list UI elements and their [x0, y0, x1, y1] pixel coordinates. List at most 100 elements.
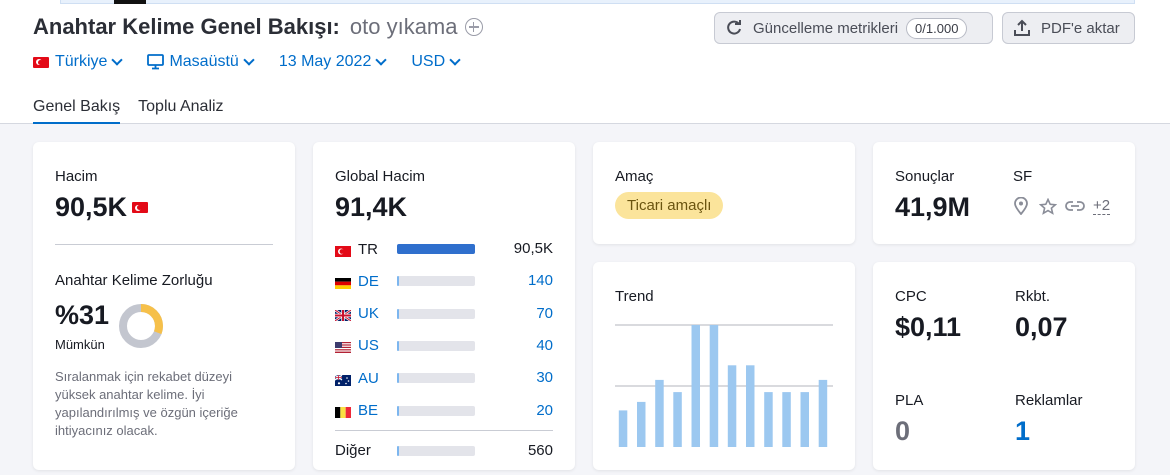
refresh-label: Güncelleme metrikleri	[753, 19, 899, 37]
ads-value[interactable]: 1	[1015, 416, 1030, 447]
flag-au-icon	[334, 373, 351, 386]
divider	[335, 430, 553, 431]
ads-label: Reklamlar	[1015, 392, 1083, 409]
currency-filter-label: USD	[411, 53, 446, 70]
trend-bar[interactable]	[727, 365, 737, 447]
link-icon[interactable]	[1065, 199, 1085, 213]
volume-bar	[397, 276, 475, 287]
pdf-export-button[interactable]: PDF'e aktar	[1002, 12, 1135, 44]
flag-be-icon	[335, 405, 351, 418]
pdf-label: PDF'e aktar	[1041, 19, 1120, 37]
location-pin-icon[interactable]	[1013, 197, 1029, 215]
results-value: 41,9M	[895, 192, 971, 222]
trend-bar[interactable]	[709, 325, 719, 447]
export-icon	[1014, 19, 1030, 36]
country-filter-label: Türkiye	[55, 53, 108, 70]
competition-value: 0,07	[1015, 312, 1068, 342]
device-filter[interactable]: Masaüstü	[147, 53, 255, 71]
top-strip	[60, 0, 1135, 4]
refresh-icon	[727, 20, 741, 35]
intent-badge: Ticari amaçlı	[615, 192, 724, 219]
trend-bar[interactable]	[637, 401, 646, 447]
add-keyword-icon[interactable]	[464, 18, 483, 36]
country-row-uk[interactable]: UK 70	[334, 304, 553, 324]
volume-label: Hacim	[55, 168, 98, 185]
country-volume-value: 20	[536, 401, 553, 419]
pla-label: PLA	[895, 392, 924, 409]
trend-bar[interactable]	[691, 325, 701, 447]
volume-bar	[397, 308, 475, 319]
chevron-down-icon	[243, 54, 255, 66]
turkey-flag-icon	[132, 202, 149, 213]
trend-label: Trend	[615, 288, 654, 305]
volume-bar-fill	[397, 373, 400, 384]
volume-bar	[397, 405, 475, 416]
chevron-down-icon	[375, 54, 388, 66]
trend-bar[interactable]	[818, 379, 828, 447]
currency-filter[interactable]: USD	[411, 53, 461, 71]
country-row-be[interactable]: BE 20	[335, 401, 553, 421]
flag-tr-icon	[335, 244, 351, 257]
serp-features-label: SF	[1013, 168, 1033, 185]
country-code: DE	[358, 272, 379, 290]
global-volume-label: Global Hacim	[335, 168, 426, 185]
other-bar	[397, 446, 475, 456]
country-code: UK	[358, 305, 379, 323]
volume-value: 90,5K	[55, 192, 128, 222]
date-filter[interactable]: 13 May 2022	[278, 53, 388, 71]
country-filter[interactable]: Türkiye	[33, 53, 124, 71]
country-row-tr: TR 90,5K	[335, 239, 553, 259]
other-value: 560	[527, 442, 553, 459]
pla-value: 0	[895, 416, 911, 446]
refresh-metrics-button[interactable]: Güncelleme metrikleri 0/1.000	[714, 12, 993, 44]
volume-bar-fill	[397, 244, 475, 254]
tab-overview[interactable]: Genel Bakış	[33, 98, 121, 124]
volume-bar-fill	[397, 308, 400, 319]
country-row-us[interactable]: US 40	[335, 336, 553, 356]
trend-bar[interactable]	[673, 392, 682, 447]
country-row-au[interactable]: AU 30	[334, 368, 553, 388]
device-filter-label: Masaüstü	[169, 53, 239, 70]
difficulty-label: Anahtar Kelime Zorluğu	[55, 272, 213, 289]
country-code: BE	[358, 402, 379, 419]
country-volume-value: 140	[527, 272, 553, 290]
cpc-card: CPC $0,11 Rkbt. 0,07 PLA 0 Reklamlar 1	[873, 262, 1135, 470]
volume-bar-fill	[397, 276, 400, 287]
trend-bar[interactable]	[782, 392, 791, 447]
chevron-down-icon	[111, 54, 124, 66]
country-list: TR 90,5K DE 140 UK 70 US 40 AU 30 BE 20	[334, 239, 553, 421]
star-icon[interactable]	[1039, 197, 1057, 215]
intent-card: Amaç Ticari amaçlı	[593, 142, 855, 244]
title-row: Anahtar Kelime Genel Bakışı: oto yıkama	[33, 14, 483, 40]
filters-bar: Türkiye Masaüstü 13 May 2022 USD	[33, 53, 485, 71]
country-volume-value: 30	[536, 369, 553, 387]
flag-uk-icon	[334, 308, 352, 323]
other-bar-fill	[397, 446, 400, 456]
country-code: TR	[358, 240, 378, 258]
volume-bar	[397, 340, 475, 351]
trend-bar[interactable]	[655, 379, 664, 447]
difficulty-description: Sıralanmak için rekabet düzeyi yüksek an…	[55, 369, 238, 438]
tab-bulk-analysis[interactable]: Toplu Analiz	[138, 98, 223, 124]
trend-bar[interactable]	[618, 410, 628, 447]
country-code: US	[358, 337, 379, 355]
results-label: Sonuçlar	[895, 168, 955, 185]
country-row-de[interactable]: DE 140	[335, 271, 553, 291]
tabs: Genel Bakış Toplu Analiz	[33, 98, 242, 124]
volume-bar-fill	[397, 405, 400, 416]
country-code: AU	[358, 369, 379, 387]
country-volume-value: 70	[536, 304, 553, 322]
other-row: Diğer 560	[335, 442, 553, 462]
intent-label: Amaç	[615, 168, 654, 185]
cpc-label: CPC	[895, 288, 927, 305]
trend-bar[interactable]	[746, 365, 755, 447]
results-card: Sonuçlar 41,9M SF +2	[873, 142, 1135, 244]
trend-bar[interactable]	[764, 392, 773, 447]
other-label: Diğer	[335, 442, 371, 459]
trend-bar[interactable]	[800, 392, 810, 447]
country-volume-value: 40	[536, 336, 553, 354]
volume-bar	[397, 244, 475, 254]
date-filter-label: 13 May 2022	[278, 53, 372, 70]
global-volume-card: Global Hacim 91,4K TR 90,5K DE 140 UK 70 US 40 A…	[313, 142, 575, 470]
serp-features-more[interactable]: +2	[1093, 197, 1111, 215]
